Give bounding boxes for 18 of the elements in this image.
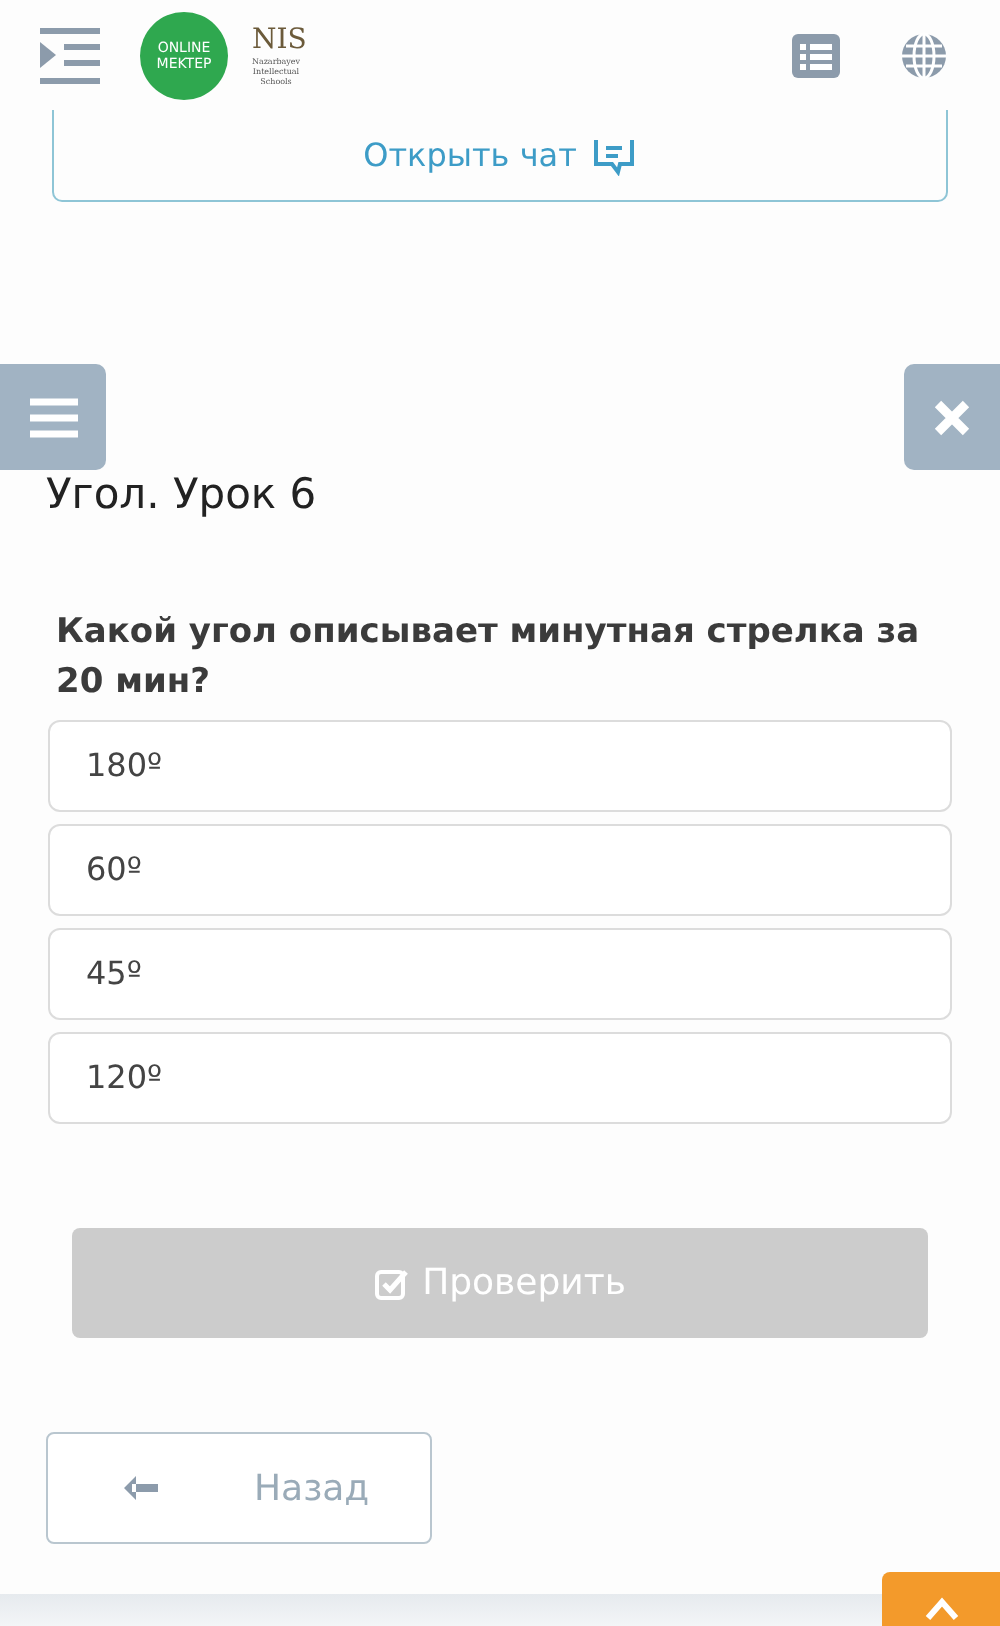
caret-up-icon — [923, 1596, 959, 1620]
answer-option[interactable]: 60º — [48, 824, 952, 916]
brand-name: NIS — [250, 24, 309, 56]
globe-icon[interactable] — [900, 31, 948, 79]
menu-icon[interactable] — [36, 25, 104, 85]
close-icon — [934, 399, 970, 435]
answer-option[interactable]: 120º — [48, 1032, 952, 1124]
lesson-title: Угол. Урок 6 — [44, 468, 319, 520]
question-text: Какой угол описывает минутная стрелка за 20 мин? — [54, 610, 922, 706]
list-icon[interactable] — [792, 33, 840, 77]
arrow-left-icon — [120, 1474, 160, 1502]
checkbox-icon — [374, 1265, 411, 1301]
menu-button[interactable] — [0, 364, 106, 470]
menu-icon — [29, 397, 77, 437]
answer-option[interactable]: 180º — [48, 720, 952, 812]
close-button[interactable] — [904, 364, 1000, 470]
answer-option[interactable]: 45º — [48, 928, 952, 1020]
chat-icon — [592, 135, 637, 175]
